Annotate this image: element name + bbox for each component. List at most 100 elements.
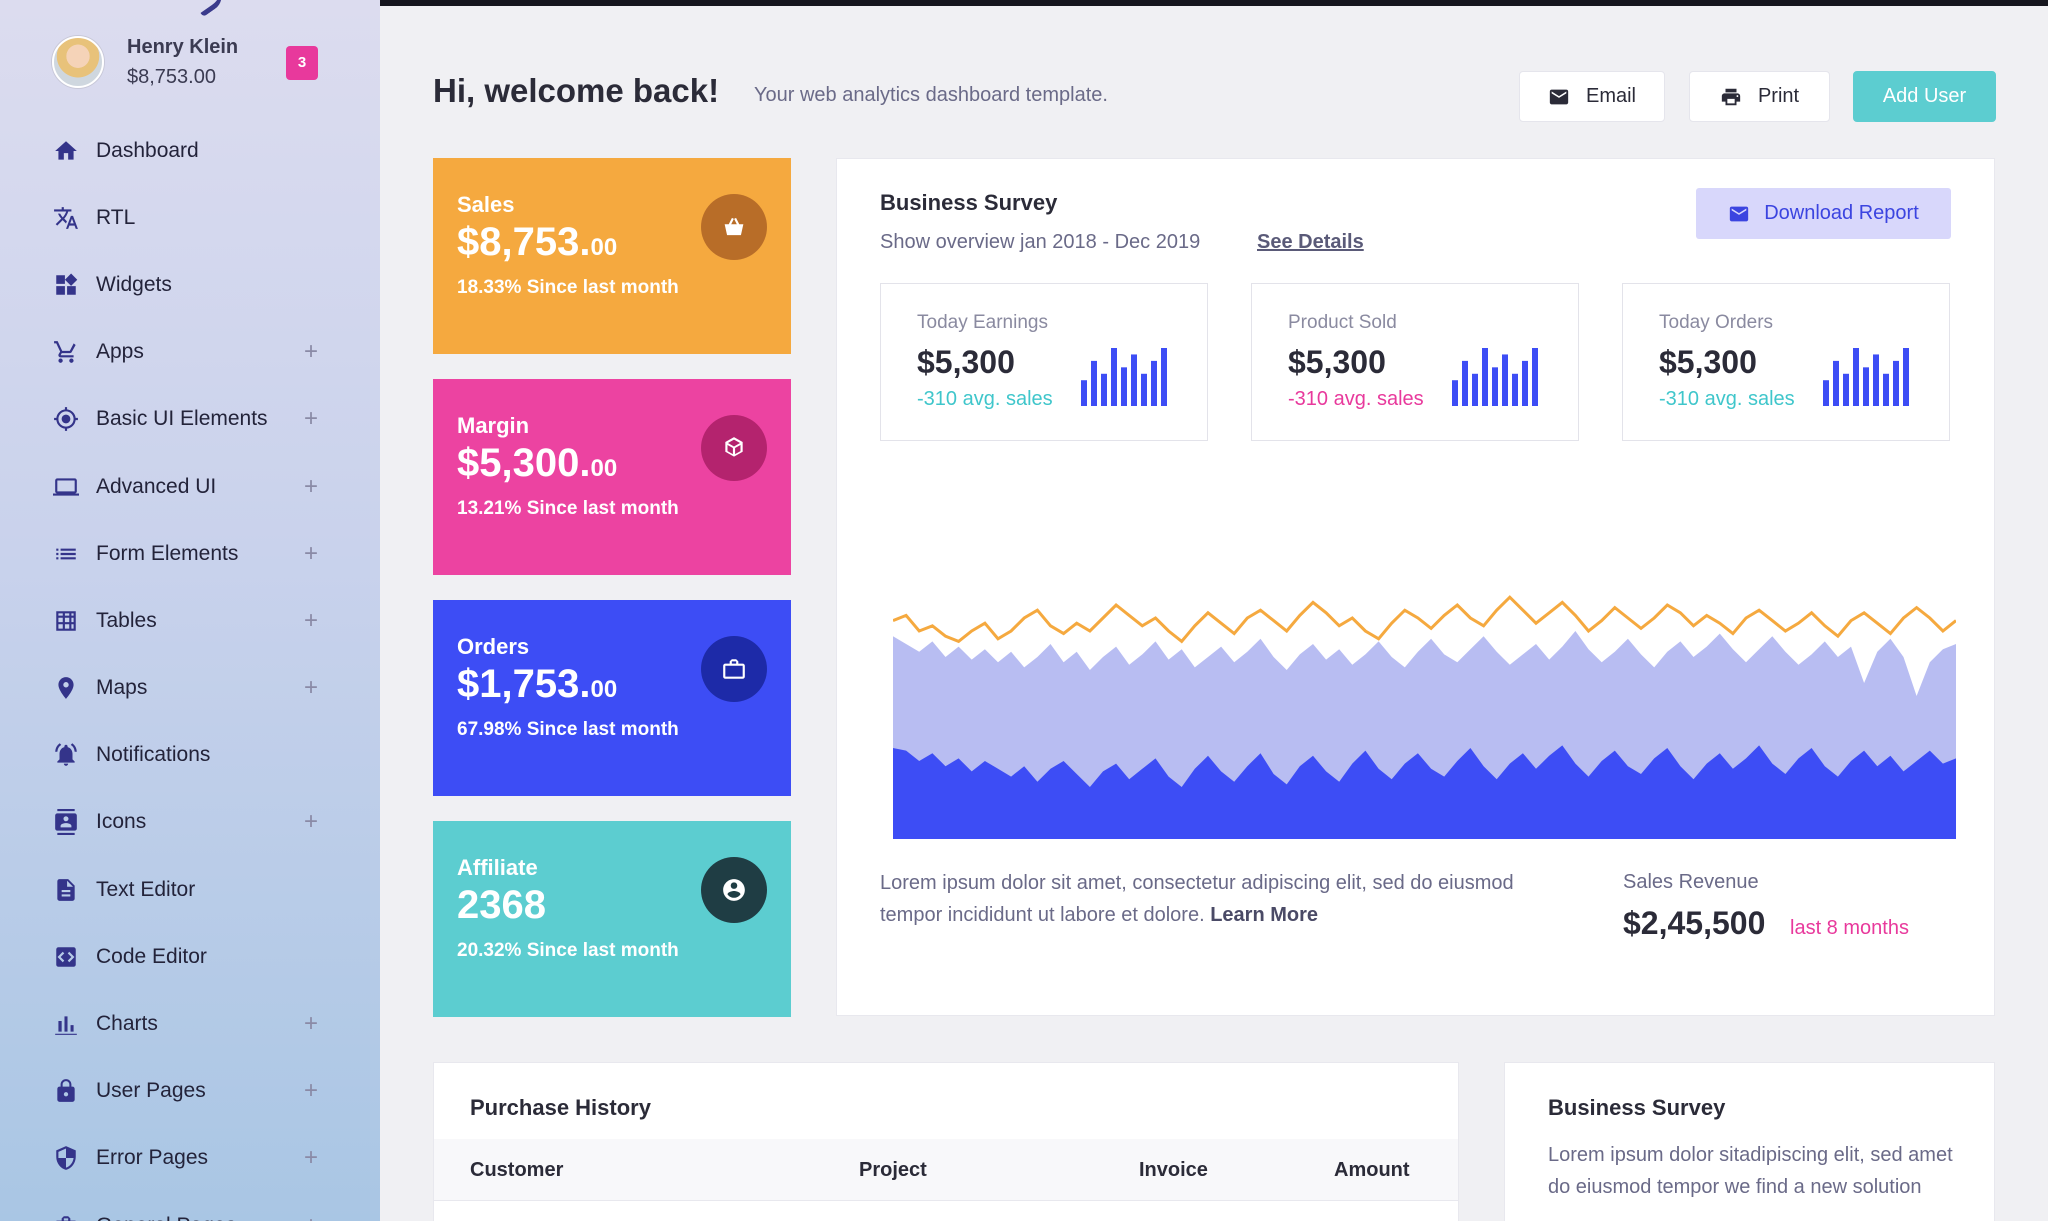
mini-bar (1141, 373, 1147, 406)
expand-plus-icon[interactable]: + (304, 674, 318, 702)
bar-chart-icon (52, 1010, 80, 1038)
print-button[interactable]: Print (1689, 71, 1830, 122)
sidebar-item-label: Dashboard (96, 138, 199, 162)
map-pin-icon (52, 674, 80, 702)
sidebar-item-widgets[interactable]: Widgets (0, 251, 380, 318)
mini-bar (1893, 360, 1899, 406)
sidebar-item-label: Tables (96, 608, 157, 632)
sidebar-item-error-pages[interactable]: Error Pages + (0, 1125, 380, 1192)
expand-plus-icon[interactable]: + (304, 1212, 318, 1221)
bell-icon (52, 741, 80, 769)
mini-delta: -310 avg. sales (917, 388, 1053, 410)
avatar[interactable] (52, 36, 104, 88)
sidebar-item-form-elements[interactable]: Form Elements + (0, 520, 380, 587)
column-header-invoice[interactable]: Invoice (1139, 1159, 1208, 1182)
sidebar-item-advanced-ui[interactable]: Advanced UI + (0, 453, 380, 520)
mini-bar (1462, 360, 1468, 406)
sidebar: Henry Klein $8,753.00 3 Dashboard RTL Widg… (0, 0, 380, 1221)
sidebar-item-basic-ui-elements[interactable]: Basic UI Elements + (0, 386, 380, 453)
mini-bar (1492, 367, 1498, 406)
sidebar-item-label: Form Elements (96, 541, 239, 565)
expand-plus-icon[interactable]: + (304, 1010, 318, 1038)
profile-name: Henry Klein (127, 36, 239, 58)
expand-plus-icon[interactable]: + (304, 607, 318, 635)
shield-icon (52, 1144, 80, 1172)
sidebar-item-label: RTL (96, 205, 136, 229)
mini-bar (1121, 367, 1127, 406)
mini-bar (1863, 367, 1869, 406)
sidebar-item-rtl[interactable]: RTL (0, 184, 380, 251)
mini-card-today-orders: Today Orders $5,300 -310 avg. sales (1622, 283, 1950, 441)
sidebar-item-label: Apps (96, 340, 144, 364)
column-header-amount[interactable]: Amount (1334, 1159, 1410, 1182)
stat-change: 18.33% Since last month (457, 277, 679, 298)
mini-bar (1151, 360, 1157, 406)
cube-icon (701, 415, 767, 481)
mini-bar (1472, 373, 1478, 406)
purchase-history-title: Purchase History (470, 1095, 651, 1120)
add-user-button[interactable]: Add User (1853, 71, 1996, 122)
sidebar-item-label: Code Editor (96, 944, 207, 968)
stat-change: 13.21% Since last month (457, 498, 679, 519)
column-header-project[interactable]: Project (859, 1159, 927, 1182)
email-button[interactable]: Email (1519, 71, 1665, 122)
mini-value: $5,300 (1659, 344, 1757, 380)
mini-delta: -310 avg. sales (1288, 388, 1424, 410)
notification-badge[interactable]: 3 (286, 46, 318, 80)
revenue-label: Sales Revenue (1623, 871, 1759, 893)
sidebar-item-label: Charts (96, 1012, 158, 1036)
list-icon (52, 540, 80, 568)
download-report-label: Download Report (1764, 202, 1919, 224)
stat-change: 20.32% Since last month (457, 940, 679, 961)
learn-more-link[interactable]: Learn More (1210, 904, 1318, 926)
expand-plus-icon[interactable]: + (304, 1077, 318, 1105)
survey2-text: Lorem ipsum dolor sitadipiscing elit, se… (1548, 1144, 1953, 1198)
mini-bar (1873, 354, 1879, 406)
stat-value-main: 2368 (457, 883, 546, 927)
expand-plus-icon[interactable]: + (304, 473, 318, 501)
sidebar-item-tables[interactable]: Tables + (0, 587, 380, 654)
lock-icon (52, 1077, 80, 1105)
sidebar-item-apps[interactable]: Apps + (0, 319, 380, 386)
sidebar-item-general-pages[interactable]: General Pages + (0, 1192, 380, 1221)
sidebar-item-notifications[interactable]: Notifications (0, 722, 380, 789)
stat-card-orders: Orders $1,753.00 67.98% Since last month (433, 600, 791, 796)
see-details-link[interactable]: See Details (1257, 231, 1364, 254)
expand-plus-icon[interactable]: + (304, 338, 318, 366)
expand-plus-icon[interactable]: + (304, 1144, 318, 1172)
sidebar-item-dashboard[interactable]: Dashboard (0, 117, 380, 184)
sidebar-item-user-pages[interactable]: User Pages + (0, 1058, 380, 1125)
mini-bar-chart (1081, 348, 1167, 406)
mini-bar-chart (1452, 348, 1538, 406)
sidebar-item-text-editor[interactable]: Text Editor (0, 856, 380, 923)
expand-plus-icon[interactable]: + (304, 405, 318, 433)
stat-value-main: $1,753. (457, 662, 591, 706)
expand-plus-icon[interactable]: + (304, 808, 318, 836)
sidebar-item-label: Text Editor (96, 877, 196, 901)
survey2-title: Business Survey (1548, 1095, 1726, 1120)
cart-icon (52, 338, 80, 366)
survey-description: Lorem ipsum dolor sit amet, consectetur … (880, 867, 1560, 931)
mini-bar (1111, 348, 1117, 406)
mini-delta: -310 avg. sales (1659, 388, 1795, 410)
sidebar-item-charts[interactable]: Charts + (0, 990, 380, 1057)
sidebar-item-label: Advanced UI (96, 474, 217, 498)
stat-change: 67.98% Since last month (457, 719, 679, 740)
survey-description-text: Lorem ipsum dolor sit amet, consectetur … (880, 872, 1514, 926)
expand-plus-icon[interactable]: + (304, 540, 318, 568)
download-report-button[interactable]: Download Report (1696, 188, 1951, 239)
stat-card-affiliate: Affiliate 2368 20.32% Since last month (433, 821, 791, 1017)
purchase-history-card: Purchase History Customer Project Invoic… (433, 1062, 1459, 1221)
table-header: Customer Project Invoice Amount (434, 1139, 1458, 1201)
business-survey-card-2: Business Survey Lorem ipsum dolor sitadi… (1504, 1062, 1995, 1221)
sidebar-item-maps[interactable]: Maps + (0, 655, 380, 722)
column-header-customer[interactable]: Customer (470, 1159, 563, 1182)
business-survey-card: Business Survey Show overview jan 2018 -… (836, 158, 1995, 1016)
user-profile[interactable]: Henry Klein $8,753.00 3 (52, 36, 332, 92)
mini-bar (1482, 348, 1488, 406)
sidebar-item-code-editor[interactable]: Code Editor (0, 923, 380, 990)
mini-label: Product Sold (1288, 312, 1397, 333)
table-icon (52, 607, 80, 635)
sidebar-item-icons[interactable]: Icons + (0, 789, 380, 856)
mail-icon (1549, 89, 1569, 104)
